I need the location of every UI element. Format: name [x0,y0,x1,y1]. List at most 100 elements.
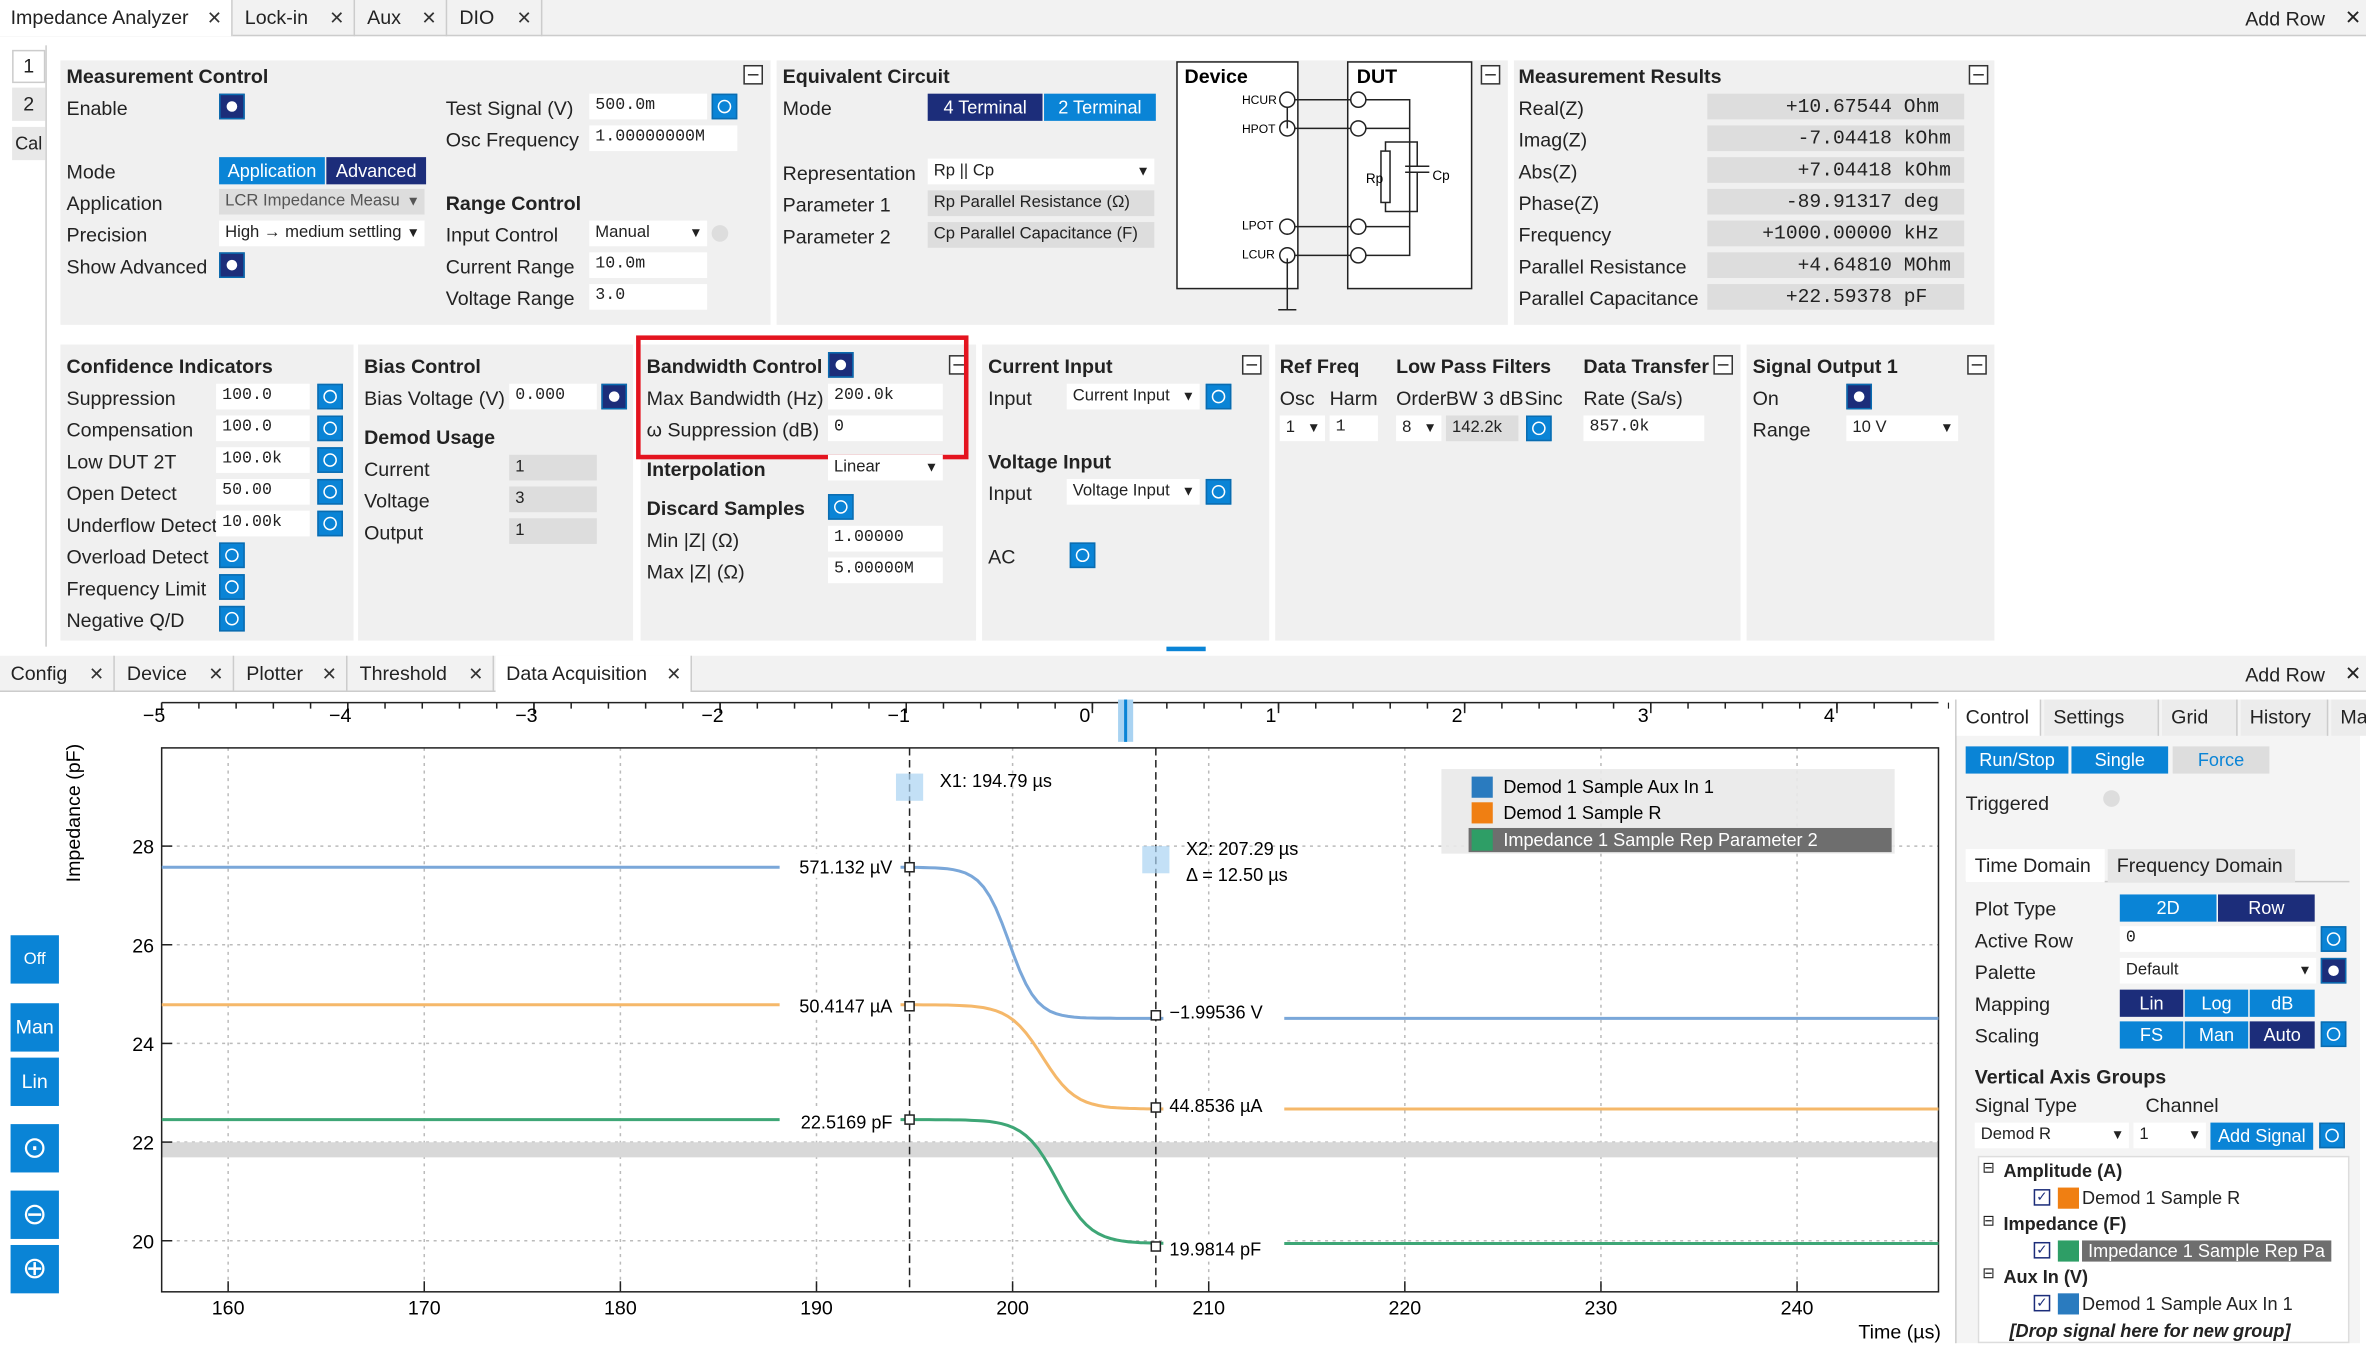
data-acquisition-plot[interactable]: −5 −4 −3 −2 −1 0 1 2 3 4 160 170 180 190 200 210 220 230… [60,695,1950,1345]
close-icon[interactable]: ✕ [89,656,104,692]
current-input-select[interactable]: Current Input [1066,383,1200,410]
plot-type-row[interactable]: Row [2218,894,2315,922]
collapse-icon[interactable] [1968,64,1989,85]
indicator-field[interactable]: 100.0 [216,415,310,442]
osc-frequency-field[interactable]: 1.00000000M [589,125,738,152]
zoom-out-icon[interactable]: ⊖ [10,1190,59,1239]
man-scale-button[interactable]: Man [10,1003,59,1052]
legend-item[interactable]: Demod 1 Sample R [1503,803,1661,823]
force-button[interactable]: Force [2172,746,2270,774]
close-icon[interactable]: ✕ [421,0,436,36]
mapping-lin[interactable]: Lin [2119,989,2184,1017]
rate-field[interactable]: 857.0k [1583,415,1705,442]
zoom-in-icon[interactable]: ⊕ [10,1244,59,1294]
tab-time-domain[interactable]: Time Domain [1965,849,2105,883]
indicator-field[interactable]: 100.0k [216,447,310,473]
close-icon[interactable]: ✕ [208,656,223,692]
signal-checkbox[interactable]: ✓ [2033,1294,2051,1312]
cursor-x1-handle[interactable] [895,773,924,801]
single-button[interactable]: Single [2071,746,2169,774]
order-select[interactable]: 8 [1396,415,1442,442]
scaling-toggle[interactable] [2320,1021,2347,1048]
collapse-icon[interactable] [743,64,764,85]
signal-name[interactable]: Impedance 1 Sample Rep Pa [2082,1240,2331,1262]
palette-toggle[interactable] [2320,957,2347,984]
signal-output-on-toggle[interactable] [1846,383,1873,410]
close-icon[interactable]: ✕ [2345,6,2361,30]
voltage-input-select[interactable]: Voltage Input [1066,478,1200,505]
indicator-toggle[interactable] [219,542,245,569]
indicator-toggle[interactable] [317,447,343,473]
palette-select[interactable]: Default [2119,957,2317,984]
signal-name[interactable]: Demod 1 Sample Aux In 1 [2082,1293,2293,1314]
max-z-field[interactable]: 5.00000M [827,557,943,584]
four-terminal-button[interactable]: 4 Terminal [927,93,1043,121]
ac-toggle[interactable] [1069,542,1096,569]
indicator-toggle[interactable] [317,510,343,537]
voltage-input-toggle[interactable] [1205,478,1232,505]
add-row-button[interactable]: Add Row [2245,8,2325,31]
active-row-toggle[interactable] [2320,926,2347,952]
collapse-tree-icon[interactable]: ⊟ [1982,1213,1995,1230]
tab-settings[interactable]: Settings [2044,699,2160,736]
legend-item[interactable]: Impedance 1 Sample Rep Parameter 2 [1503,830,1817,850]
scaling-man[interactable]: Man [2184,1021,2249,1049]
tab-math[interactable]: Math [2331,699,2366,736]
close-icon[interactable]: ✕ [207,0,222,36]
tab-aux[interactable]: Aux ✕ [357,0,448,37]
two-terminal-button[interactable]: 2 Terminal [1044,93,1156,121]
osc-select[interactable]: 1 [1279,415,1326,442]
close-icon[interactable]: ✕ [322,656,337,692]
bias-enable-toggle[interactable] [601,383,628,410]
signal-checkbox[interactable]: ✓ [2033,1189,2051,1206]
side-tab-2[interactable]: 2 [12,87,46,121]
bias-voltage-field[interactable]: 0.000 [509,383,597,410]
application-select[interactable]: LCR Impedance Measu [219,188,425,215]
lin-scale-button[interactable]: Lin [10,1057,59,1106]
cursor-x2-handle[interactable] [1142,846,1170,874]
tab-data-acquisition[interactable]: Data Acquisition ✕ [495,655,692,692]
plot-type-2d[interactable]: 2D [2119,894,2217,922]
indicator-field[interactable]: 100.0 [216,383,310,410]
test-signal-toggle[interactable] [711,93,738,120]
mapping-log[interactable]: Log [2184,989,2249,1017]
zoom-fit-icon[interactable]: ⊙ [10,1124,59,1173]
tab-impedance-analyzer[interactable]: Impedance Analyzer ✕ [0,0,233,37]
mapping-db[interactable]: dB [2249,989,2315,1017]
close-icon[interactable]: ✕ [2345,662,2361,686]
input-control-select[interactable]: Manual [589,220,708,247]
range-select[interactable]: 10 V [1846,415,1959,442]
tab-lock-in[interactable]: Lock-in ✕ [234,0,356,37]
current-range-field[interactable]: 10.0m [589,252,708,279]
collapse-icon[interactable] [1241,355,1262,375]
active-row-field[interactable]: 0 [2119,926,2317,952]
mode-application-button[interactable]: Application [219,157,325,185]
signal-checkbox[interactable]: ✓ [2033,1241,2051,1259]
legend-item[interactable]: Demod 1 Sample Aux In 1 [1503,777,1714,797]
collapse-icon[interactable] [1480,64,1501,85]
scaling-fs[interactable]: FS [2119,1021,2184,1049]
mode-advanced-button[interactable]: Advanced [326,157,427,185]
indicator-toggle[interactable] [317,415,343,442]
tab-threshold[interactable]: Threshold ✕ [349,655,495,692]
tab-device[interactable]: Device ✕ [116,655,235,692]
discard-samples-toggle[interactable] [827,494,854,520]
tab-grid[interactable]: Grid [2162,699,2238,736]
tab-plotter[interactable]: Plotter ✕ [236,655,348,692]
interpolation-select[interactable]: Linear [827,454,943,481]
close-icon[interactable]: ✕ [517,0,532,36]
enable-toggle[interactable] [219,93,245,120]
side-tab-1[interactable]: 1 [12,49,46,84]
side-tab-cal[interactable]: Cal [12,126,46,161]
voltage-range-field[interactable]: 3.0 [589,284,708,310]
tree-icon[interactable] [2319,1122,2345,1149]
precision-select[interactable]: High → medium settling [219,220,425,247]
signal-type-select[interactable]: Demod R [1974,1122,2129,1149]
tab-history[interactable]: History [2240,699,2329,736]
sinc-toggle[interactable] [1526,415,1552,442]
indicator-field[interactable]: 50.00 [216,478,310,505]
min-z-field[interactable]: 1.00000 [827,525,943,552]
collapse-tree-icon[interactable]: ⊟ [1982,1160,1995,1177]
drop-target[interactable]: [Drop signal here for new group] [2009,1321,2290,1342]
run-stop-button[interactable]: Run/Stop [1965,746,2069,774]
